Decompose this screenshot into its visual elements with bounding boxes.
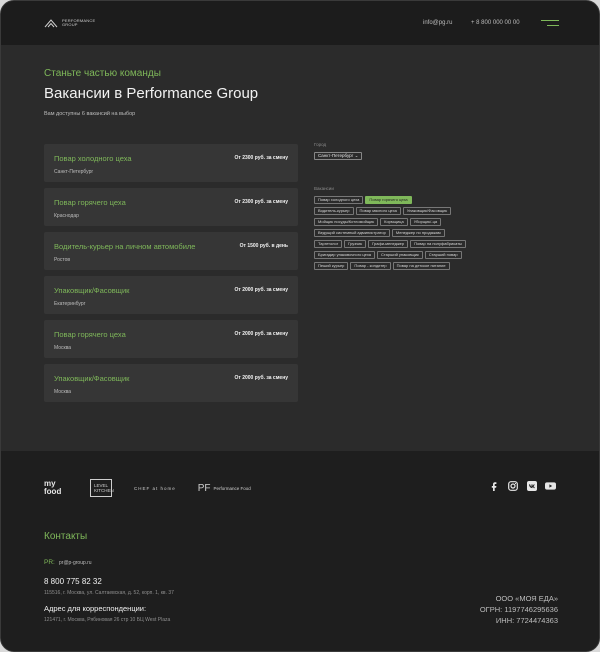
youtube-icon[interactable]: [545, 480, 556, 491]
vacancy-tag[interactable]: Ведущий системный администратор: [314, 229, 390, 237]
vacancy-title: Повар горячего цеха: [54, 330, 126, 339]
correspondence-heading: Адрес для корреспонденции:: [44, 604, 147, 613]
brand-logos: my food LEVEL KITCHEN CHEF at home PF Pe…: [44, 479, 251, 497]
vacancy-tag[interactable]: Повар горячего цеха: [365, 196, 412, 204]
vacancy-title: Повар холодного цеха: [54, 154, 132, 163]
legal-address: 115516, г. Москва, ул. Салтаевская, д. 5…: [44, 590, 174, 596]
vacancy-tag[interactable]: Старший упаковщик: [377, 251, 423, 259]
vacancy-city: Москва: [54, 389, 72, 395]
vacancy-city: Екатеринбург: [54, 301, 86, 307]
vacancy-tag[interactable]: Уборщик/-ца: [409, 218, 442, 226]
vacancy-salary: От 2000 руб. за смену: [234, 375, 288, 381]
vacancy-tag[interactable]: Менеджер по продажам: [391, 229, 445, 237]
correspondence-address: 121471, г. Москва, Рябиновая 26 стр 10 Б…: [44, 617, 171, 623]
vacancy-tag[interactable]: Графи-менеджер: [368, 240, 409, 248]
site-header: PERFORMANCE GROUP info@pg.ru + 8 800 000…: [1, 1, 599, 45]
company-ogrn: ОГРН: 1197746295636: [479, 605, 558, 614]
vacancy-tag[interactable]: Повар мясного цеха: [355, 207, 401, 215]
vacancy-title: Упаковщик/Фасовщик: [54, 286, 130, 295]
company-legal-info: ООО «МОЯ ЕДА» ОГРН: 1197746295636 ИНН: 7…: [480, 593, 558, 626]
vacancy-city: Санкт-Петербург: [54, 169, 94, 175]
section-kicker: Станьте частью команды: [44, 68, 161, 79]
vacancy-salary: От 1500 руб. в день: [239, 243, 288, 249]
vacancy-tag[interactable]: Кормщица: [380, 218, 408, 226]
vacancy-salary: От 2300 руб. за смену: [234, 155, 288, 161]
logo-icon: [44, 19, 58, 28]
vacancy-tag[interactable]: Грузчик: [344, 240, 367, 248]
vacancy-tag[interactable]: Мойщик посуды/Котломойщик: [314, 218, 379, 226]
logo[interactable]: PERFORMANCE GROUP: [44, 18, 95, 28]
vacancy-title: Водитель-курьер на личном автомобиле: [54, 242, 196, 251]
vacancy-tag[interactable]: Таргетолог: [314, 240, 343, 248]
instagram-icon[interactable]: [507, 480, 518, 491]
vk-icon[interactable]: [526, 480, 537, 491]
brand-pg-text: Performance Food: [213, 485, 251, 491]
pr-label: PR:: [44, 559, 55, 566]
vacancy-tag[interactable]: Водитель-курьер: [314, 207, 354, 215]
vacancy-card[interactable]: Повар горячего цеха Москва От 2000 руб. …: [44, 320, 298, 358]
brand-myfood-logo[interactable]: my food: [44, 480, 68, 496]
chevron-down-icon: ⌄: [354, 153, 359, 158]
vacancy-city: Краснодар: [54, 213, 79, 219]
pg-mark-icon: PF: [197, 482, 211, 494]
vacancy-salary: От 2000 руб. за смену: [234, 287, 288, 293]
vacancy-salary: От 2300 руб. за смену: [234, 199, 288, 205]
company-name: ООО «МОЯ ЕДА»: [495, 594, 558, 603]
vacancy-card[interactable]: Упаковщик/Фасовщик Екатеринбург От 2000 …: [44, 276, 298, 314]
company-inn: ИНН: 7724474363: [495, 616, 558, 625]
site-footer: my food LEVEL KITCHEN CHEF at home PF Pe…: [1, 451, 599, 651]
logo-text: PERFORMANCE GROUP: [62, 17, 96, 27]
tag-row: Таргетолог Грузчик Графи-менеджер Повар на …: [314, 240, 514, 248]
menu-icon[interactable]: [541, 20, 559, 28]
vacancy-salary: От 2000 руб. за смену: [234, 331, 288, 337]
vacancy-tag[interactable]: Повар на детское питание: [392, 262, 450, 270]
header-email-link[interactable]: info@pg.ru: [423, 20, 452, 26]
vacancies-section: Станьте частью команды Вакансии в Perfor…: [1, 45, 599, 451]
vacancy-tag[interactable]: Пеший курьер: [314, 262, 349, 270]
footer-phone-link[interactable]: 8 800 775 82 32: [44, 577, 102, 586]
vacancy-tag[interactable]: Повар на полуфабрикаты: [410, 240, 466, 248]
vacancy-title: Упаковщик/Фасовщик: [54, 374, 130, 383]
social-links: [488, 480, 556, 491]
vacancy-tag[interactable]: Старший повар: [424, 251, 462, 259]
tag-row: Ведущий системный администратор Менеджер …: [314, 229, 514, 237]
vacancy-city: Ростов: [54, 257, 71, 263]
contacts-heading: Контакты: [44, 531, 88, 542]
vacancies-count: Вам доступны 6 вакансий на выбор: [44, 111, 136, 117]
vacancy-tag[interactable]: Бригадир упаковочного цеха: [314, 251, 375, 259]
pr-email-link[interactable]: pr@p-group.ru: [59, 560, 92, 566]
vacancy-card[interactable]: Упаковщик/Фасовщик Москва От 2000 руб. з…: [44, 364, 298, 402]
vacancy-tags: Повар холодного цеха Повар горячего цеха В…: [314, 196, 514, 273]
city-select[interactable]: Санкт-Петербург ⌄: [314, 152, 363, 160]
tag-row: Пеший курьер Повар - кондитер Повар на дет…: [314, 262, 514, 270]
brand-chef-logo[interactable]: CHEF at home: [134, 486, 176, 491]
vacancy-title: Повар горячего цеха: [54, 198, 126, 207]
vacancy-tag[interactable]: Повар - кондитер: [350, 262, 391, 270]
vacancy-tag[interactable]: Упаковщик/Фасовщик: [402, 207, 452, 215]
vacancy-card[interactable]: Повар холодного цеха Санкт-Петербург От …: [44, 144, 298, 182]
vacancy-tag[interactable]: Повар холодного цеха: [314, 196, 364, 204]
tag-row: Повар холодного цеха Повар горячего цеха: [314, 196, 514, 204]
facebook-icon[interactable]: [488, 480, 499, 491]
vacancy-city: Москва: [54, 345, 72, 351]
vacancy-card[interactable]: Повар горячего цеха Краснодар От 2300 ру…: [44, 188, 298, 226]
brand-level-logo[interactable]: LEVEL KITCHEN: [90, 479, 114, 497]
page-frame: PERFORMANCE GROUP info@pg.ru + 8 800 000…: [0, 0, 600, 652]
vacancy-filter-label: Вакансии: [314, 186, 334, 191]
tag-row: Бригадир упаковочного цеха Старший упаков…: [314, 251, 514, 259]
city-select-value: Санкт-Петербург: [318, 153, 354, 158]
vacancy-card[interactable]: Водитель-курьер на личном автомобиле Рос…: [44, 232, 298, 270]
page-title: Вакансии в Performance Group: [44, 85, 259, 102]
tag-row: Мойщик посуды/Котломойщик Кормщица Уборщик…: [314, 218, 514, 226]
header-phone-link[interactable]: + 8 800 000 00 00: [471, 20, 520, 26]
city-filter-label: Город: [314, 142, 327, 147]
brand-pg-logo[interactable]: PF Performance Food: [197, 482, 251, 494]
tag-row: Водитель-курьер Повар мясного цеха Упаковщ…: [314, 207, 514, 215]
